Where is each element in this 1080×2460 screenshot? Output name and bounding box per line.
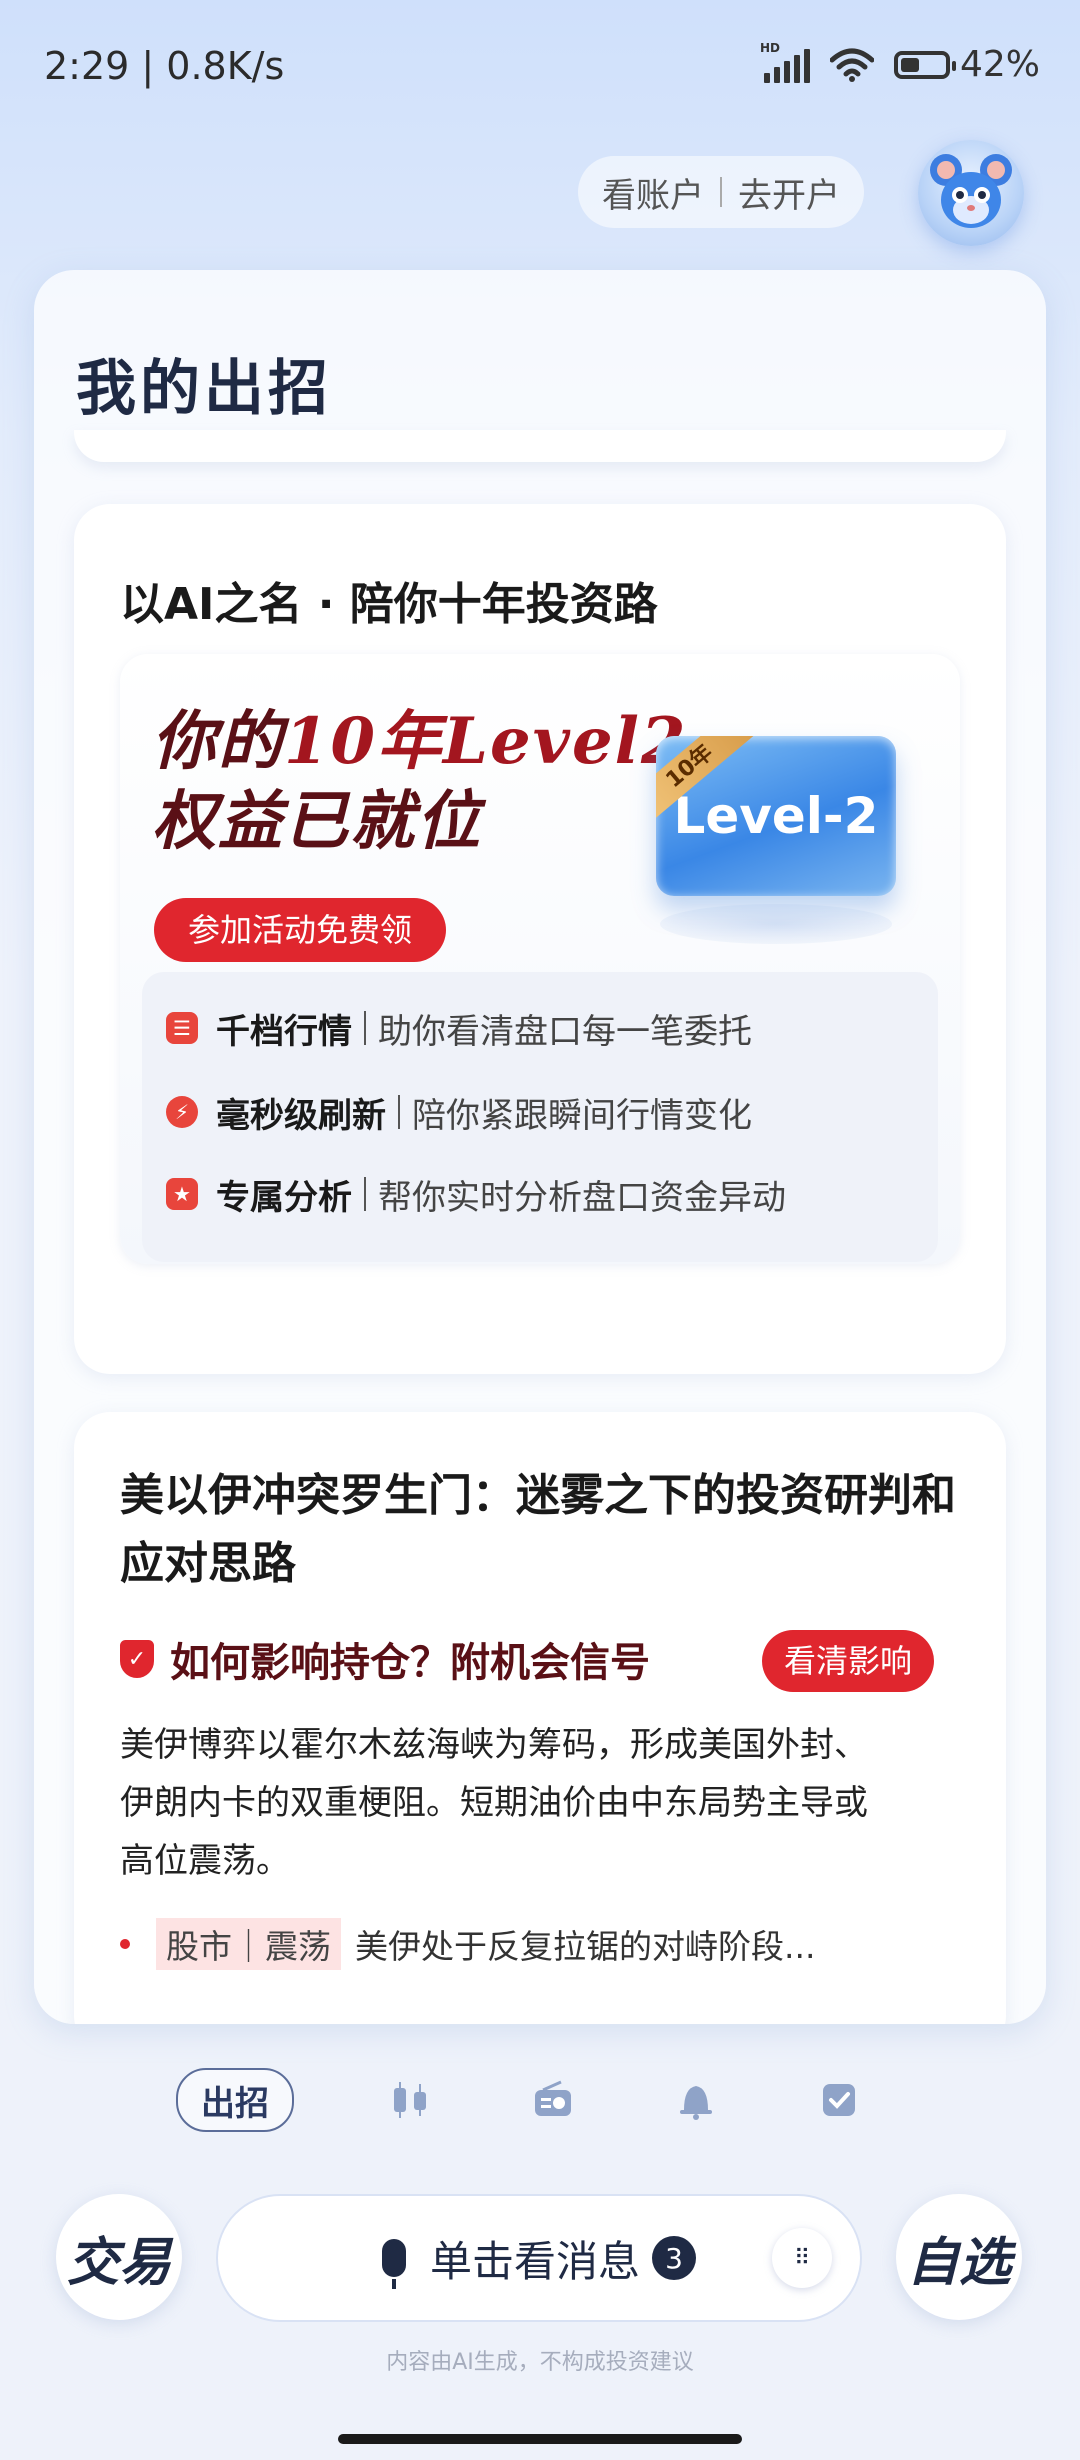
- card-heading: 以AI之名 · 陪你十年投资路: [120, 579, 658, 630]
- ai-disclaimer: 内容由AI生成，不构成投资建议: [386, 2350, 694, 2375]
- watchlist-button[interactable]: 自选: [896, 2194, 1022, 2320]
- candlestick-icon[interactable]: [383, 2073, 437, 2127]
- feature-desc: 帮你实时分析盘口资金异动: [378, 1177, 786, 1218]
- badge-shadow: [660, 904, 892, 944]
- check-shield-icon: ✓: [120, 1640, 154, 1678]
- promo-banner[interactable]: 你的10年Level2 权益已就位 参加活动免费领 10年 Level-2 ☰ …: [120, 654, 960, 1264]
- battery: 42%: [893, 44, 1040, 85]
- open-account-link[interactable]: 去开户: [738, 168, 840, 217]
- wifi-icon: [829, 48, 874, 82]
- message-label: 单击看消息: [429, 2236, 640, 2286]
- account-pill: 看账户 去开户: [578, 156, 864, 228]
- main-panel: 我的出招 以AI之名 · 陪你十年投资路 你的10年Level2 权益已就位 参…: [34, 270, 1046, 2024]
- feature-item: ☰ 千档行情 助你看清盘口每一笔委托: [166, 998, 752, 1058]
- level2-badge-label: Level-2: [673, 787, 879, 845]
- divider: [398, 1095, 400, 1129]
- feature-item: ★ 专属分析 帮你实时分析盘口资金异动: [166, 1164, 786, 1224]
- news-card[interactable]: 美以伊冲突罗生门：迷雾之下的投资研判和应对思路 ✓ 如何影响持仓？附机会信号 看…: [74, 1412, 1006, 2024]
- bell-icon[interactable]: [669, 2073, 723, 2127]
- avatar[interactable]: [918, 140, 1024, 246]
- feature-title: 专属分析: [216, 1177, 352, 1218]
- list-icon: ☰: [166, 1012, 198, 1044]
- status-bar: 2:29 | 0.8K/s HD 42%: [0, 0, 1080, 130]
- feature-item: ⚡ 毫秒级刷新 陪你紧跟瞬间行情变化: [166, 1082, 752, 1142]
- bullet-text: 美伊处于反复拉锯的对峙阶段...: [355, 1927, 816, 1966]
- page-title: 我的出招: [76, 354, 332, 424]
- network-type-label: HD: [759, 40, 780, 55]
- see-impact-button[interactable]: 看清影响: [762, 1630, 935, 1692]
- trade-button[interactable]: 交易: [56, 2194, 182, 2320]
- news-subtitle: ✓ 如何影响持仓？附机会信号: [120, 1630, 650, 1688]
- join-activity-button[interactable]: 参加活动免费领: [154, 898, 447, 962]
- feature-title: 千档行情: [216, 1011, 352, 1052]
- tab-moves[interactable]: 出招: [176, 2068, 294, 2132]
- checkbox-icon[interactable]: [812, 2073, 866, 2127]
- message-count-badge: 3: [652, 2236, 696, 2280]
- promo-title-line2: 权益已就位: [152, 784, 482, 859]
- news-bullet: 股市｜震荡 美伊处于反复拉锯的对峙阶段...: [120, 1918, 815, 1970]
- lightning-icon: ⚡: [166, 1096, 198, 1128]
- market-tag: 股市｜震荡: [156, 1918, 341, 1970]
- news-title[interactable]: 美以伊冲突罗生门：迷雾之下的投资研判和应对思路: [120, 1462, 980, 1598]
- feature-title: 毫秒级刷新: [216, 1095, 386, 1136]
- status-icons: HD 42%: [760, 41, 1040, 86]
- keyboard-icon[interactable]: ⠿: [772, 2228, 832, 2288]
- news-body: 美伊博弈以霍尔木兹海峡为筹码，形成美国外封、伊朗内卡的双重梗阻。短期油价由中东局…: [120, 1725, 868, 1881]
- news-subtitle-text: 如何影响持仓？附机会信号: [170, 1640, 650, 1686]
- tab-bar: 出招: [176, 2068, 866, 2132]
- feature-desc: 助你看清盘口每一笔委托: [378, 1011, 752, 1052]
- feature-list: ☰ 千档行情 助你看清盘口每一笔委托 ⚡ 毫秒级刷新 陪你紧跟瞬间行情变化 ★ …: [142, 972, 938, 1262]
- star-shield-icon: ★: [166, 1178, 198, 1210]
- promo-title: 你的10年Level2 权益已就位: [152, 702, 688, 862]
- microphone-icon: [381, 2239, 406, 2289]
- feature-desc: 陪你紧跟瞬间行情变化: [412, 1095, 752, 1136]
- level2-badge: 10年 Level-2: [656, 736, 896, 896]
- radio-icon[interactable]: [526, 2073, 580, 2127]
- signal-icon: HD: [760, 41, 810, 83]
- mascot-mouse-icon: [930, 154, 1012, 228]
- battery-icon: [893, 50, 956, 79]
- level2-promo-card[interactable]: 以AI之名 · 陪你十年投资路 你的10年Level2 权益已就位 参加活动免费…: [74, 504, 1006, 1374]
- divider: [364, 1011, 366, 1045]
- battery-percent: 42%: [959, 44, 1040, 85]
- message-bar[interactable]: 单击看消息 3: [216, 2194, 862, 2322]
- status-time: 2:29 | 0.8K/s: [44, 44, 285, 88]
- view-account-link[interactable]: 看账户: [602, 168, 704, 217]
- home-indicator[interactable]: [338, 2434, 742, 2444]
- collapsed-card-edge: [74, 430, 1006, 462]
- divider: [364, 1177, 366, 1211]
- bullet-dot: [120, 1939, 130, 1949]
- divider: [720, 177, 722, 207]
- promo-title-prefix: 你的: [152, 704, 284, 779]
- promo-title-highlight: 10年Level2: [284, 704, 688, 779]
